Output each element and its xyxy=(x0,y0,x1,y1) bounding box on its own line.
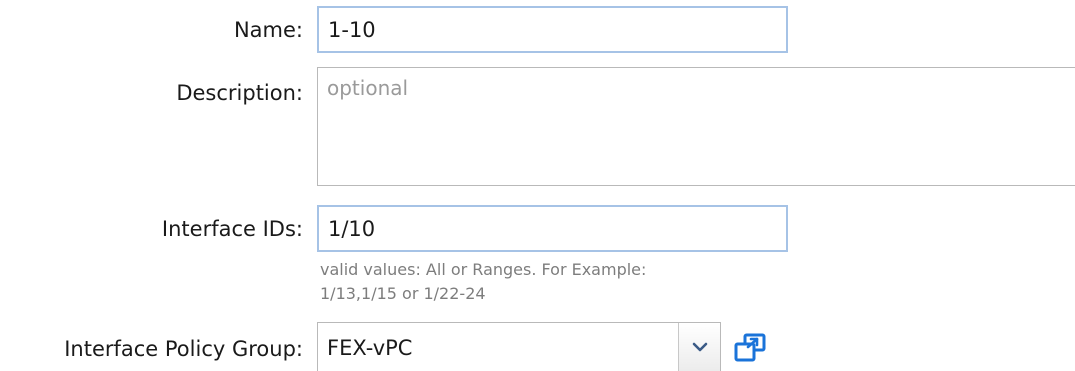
name-label: Name: xyxy=(233,18,303,42)
interface-ids-input[interactable] xyxy=(317,205,788,252)
interface-ids-hint-line-2: 1/13,1/15 or 1/22-24 xyxy=(320,284,486,303)
dropdown-toggle-button[interactable] xyxy=(678,323,720,371)
interface-policy-group-select[interactable]: FEX-vPC xyxy=(317,322,721,371)
description-textarea[interactable] xyxy=(317,67,1075,186)
open-in-new-window-icon[interactable] xyxy=(733,333,767,363)
interface-ids-hint-line-1: valid values: All or Ranges. For Example… xyxy=(320,260,647,279)
name-input[interactable] xyxy=(317,6,788,53)
interface-ids-label: Interface IDs: xyxy=(161,217,303,241)
description-label: Description: xyxy=(176,81,303,105)
interface-policy-group-selected-value: FEX-vPC xyxy=(327,336,413,360)
chevron-down-icon xyxy=(692,342,707,352)
interface-policy-group-label: Interface Policy Group: xyxy=(64,337,303,361)
